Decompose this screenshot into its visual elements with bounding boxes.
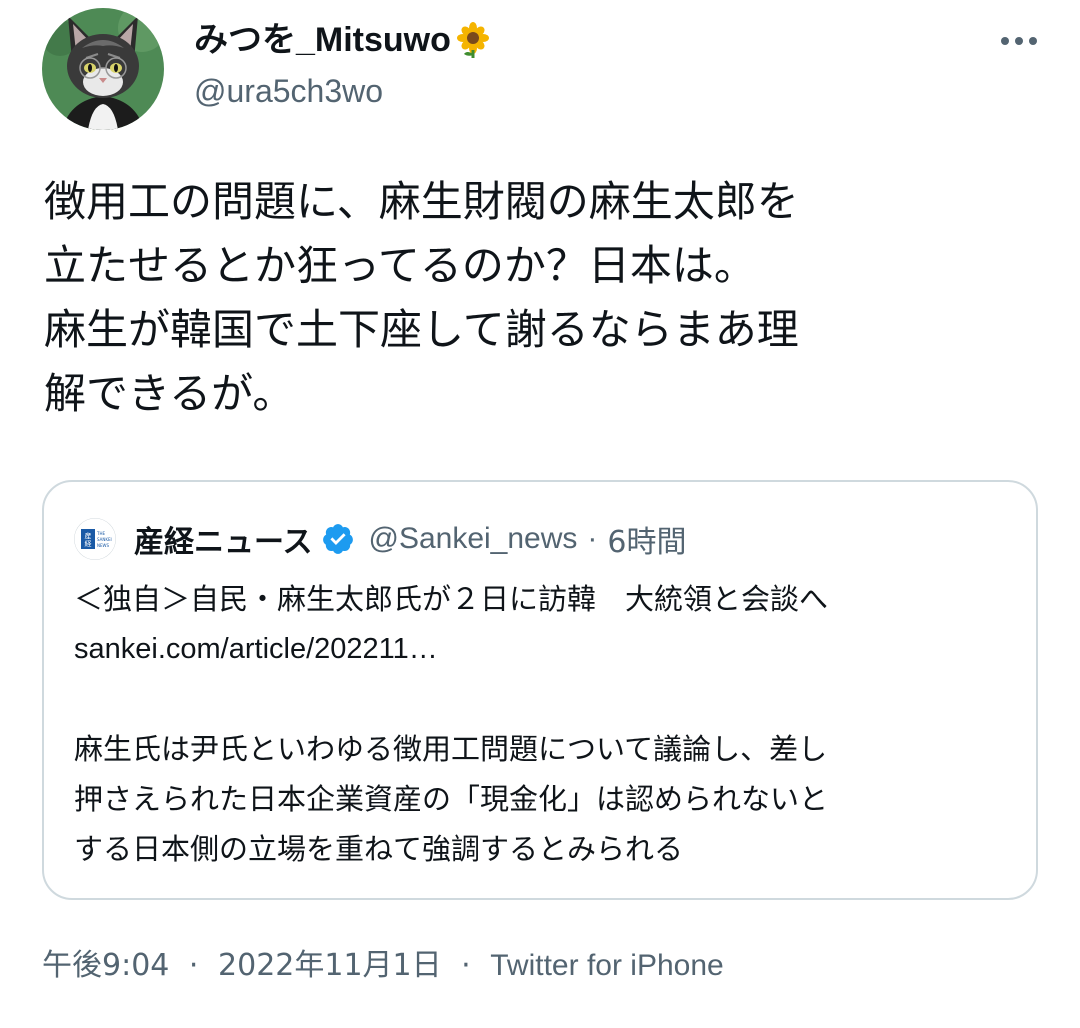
- quoted-tweet-card[interactable]: 産 経 THE SANKEI NEWS 産経ニュース @Sankei_news …: [42, 480, 1038, 900]
- separator-dot: ·: [461, 948, 471, 983]
- quoted-text-line: 押さえられた日本企業資産の「現金化」は認められないと: [74, 782, 829, 816]
- tweet-text-line: 徴用工の問題に、麻生財閥の麻生太郎を: [44, 177, 799, 226]
- quoted-author-handle[interactable]: @Sankei_news: [369, 522, 578, 556]
- tweet-time[interactable]: 午後9:04: [42, 948, 169, 983]
- tweet-text: 徴用工の問題に、麻生財閥の麻生太郎を 立たせるとか狂ってるのか？日本は。 麻生が…: [44, 170, 1044, 426]
- quoted-link[interactable]: sankei.com/article/202211…: [74, 624, 1014, 674]
- separator-dot: ·: [188, 948, 199, 983]
- author-name-text: みつを_Mitsuwo: [194, 21, 451, 59]
- logo-word: NEWS: [97, 543, 109, 548]
- logo-word: SANKEI: [97, 537, 112, 542]
- sankei-logo-icon: 産 経 THE SANKEI NEWS: [74, 518, 116, 560]
- separator-dot: ·: [587, 522, 598, 555]
- author-handle[interactable]: @ura5ch3wo: [194, 70, 383, 112]
- quoted-text-line: 麻生氏は尹氏といわゆる徴用工問題について議論し、差し: [74, 732, 828, 766]
- more-horizontal-icon: [1001, 37, 1037, 45]
- logo-char: 産: [85, 531, 92, 540]
- tweet-meta: 午後9:04 · 2022年11月1日 · Twitter for iPhone: [42, 944, 724, 988]
- quoted-author-name[interactable]: 産経ニュース: [134, 517, 313, 561]
- quoted-text-line: [74, 674, 1014, 724]
- tweet-source[interactable]: Twitter for iPhone: [490, 949, 723, 982]
- tweet-date[interactable]: 2022年11月1日: [218, 948, 442, 983]
- tweet-text-line: 立たせるとか狂ってるのか？日本は。: [44, 241, 756, 290]
- logo-word: THE: [96, 531, 105, 536]
- sunflower-icon: [455, 22, 491, 58]
- author-display-name[interactable]: みつを_Mitsuwo: [194, 18, 491, 62]
- quoted-author-avatar[interactable]: 産 経 THE SANKEI NEWS: [74, 518, 116, 560]
- cat-avatar-icon: [42, 8, 164, 130]
- tweet-text-line: 麻生が韓国で土下座して謝るならまあ理: [44, 305, 799, 354]
- quoted-text-line: ＜独自＞自民・麻生太郎氏が２日に訪韓 大統領と会談へ: [74, 582, 829, 616]
- quoted-tweet-text: ＜独自＞自民・麻生太郎氏が２日に訪韓 大統領と会談へ sankei.com/ar…: [74, 574, 1014, 874]
- tweet-text-line: 解できるが。: [44, 369, 295, 418]
- tweet: みつを_Mitsuwo @ura5ch3wo 徴用工の問題に、麻生財閥の麻生太郎…: [0, 0, 1080, 1028]
- more-options-button[interactable]: [996, 22, 1042, 60]
- verified-badge-icon: [321, 522, 355, 556]
- author-avatar[interactable]: [42, 8, 164, 130]
- quoted-tweet-header: 産 経 THE SANKEI NEWS 産経ニュース @Sankei_news …: [74, 516, 687, 562]
- quoted-tweet-time[interactable]: 6時間: [607, 517, 686, 561]
- quoted-text-line: する日本側の立場を重ねて強調するとみられる: [74, 832, 684, 866]
- logo-char: 経: [85, 539, 92, 548]
